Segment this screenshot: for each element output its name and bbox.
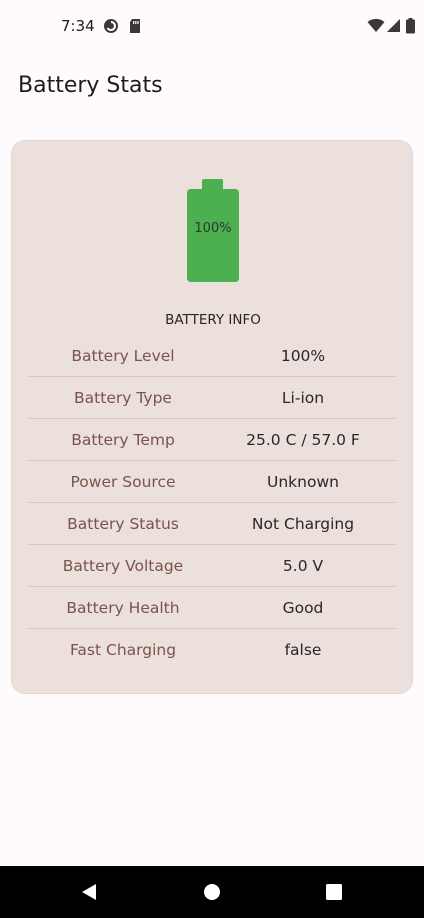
page-title: Battery Stats — [18, 73, 163, 98]
status-bar: 7:34 — [0, 0, 424, 52]
battery-graphic: 100% — [187, 179, 239, 282]
row-value: Not Charging — [251, 514, 355, 533]
navigation-bar — [0, 866, 424, 918]
table-row: Battery Voltage 5.0 V — [28, 545, 396, 587]
table-row: Battery Status Not Charging — [28, 503, 396, 545]
row-value: 25.0 C / 57.0 F — [246, 430, 360, 449]
table-row: Power Source Unknown — [28, 461, 396, 503]
wifi-icon — [367, 18, 385, 39]
row-label: Fast Charging — [69, 641, 177, 659]
row-value: Unknown — [267, 472, 339, 491]
row-label: Battery Voltage — [62, 556, 184, 575]
row-label: Battery Level — [71, 346, 175, 365]
home-icon[interactable] — [203, 882, 221, 907]
battery-info-table: Battery Level 100% Battery Type Li-ion B… — [28, 335, 396, 671]
table-row: Battery Health Good — [28, 587, 396, 629]
row-label: Power Source — [70, 472, 176, 491]
section-title: BATTERY INFO — [165, 312, 261, 328]
row-label: Battery Type — [74, 388, 172, 407]
row-value: 5.0 V — [282, 556, 324, 575]
row-label: Battery Health — [66, 598, 180, 617]
cell-signal-icon — [387, 18, 401, 39]
table-row: Battery Level 100% — [28, 335, 396, 377]
row-value: 100% — [280, 346, 326, 365]
row-value: false — [284, 641, 322, 659]
table-row: Fast Charging false — [28, 629, 396, 671]
back-icon[interactable] — [80, 882, 98, 907]
row-label: Battery Status — [67, 514, 179, 533]
table-row: Battery Type Li-ion — [28, 377, 396, 419]
battery-icon — [406, 18, 415, 39]
recents-icon[interactable] — [325, 882, 343, 907]
row-value: Good — [282, 598, 324, 617]
battery-body: 100% — [187, 189, 239, 282]
row-label: Battery Temp — [71, 430, 175, 449]
battery-level-text: 100% — [194, 221, 232, 236]
table-row: Battery Temp 25.0 C / 57.0 F — [28, 419, 396, 461]
row-value: Li-ion — [281, 388, 325, 407]
battery-info-card: 100% BATTERY INFO Battery Level 100% Bat… — [11, 140, 413, 694]
sd-card-icon — [129, 18, 141, 39]
data-saver-icon — [103, 18, 119, 39]
status-time: 7:34 — [61, 17, 95, 35]
